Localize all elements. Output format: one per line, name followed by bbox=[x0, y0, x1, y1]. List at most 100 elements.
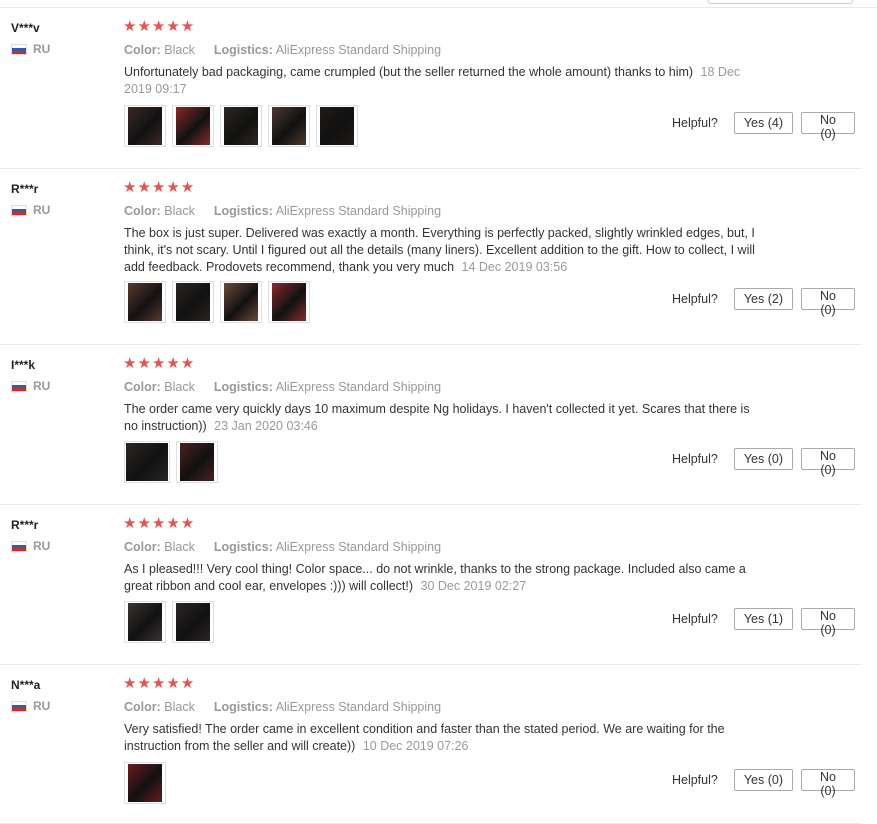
reviewer-country: RU bbox=[11, 42, 50, 56]
review-photos bbox=[124, 105, 358, 147]
photo-image bbox=[176, 107, 210, 145]
review-date: 30 Dec 2019 02:27 bbox=[420, 579, 527, 593]
review-date: 23 Jan 2020 03:46 bbox=[214, 419, 318, 433]
photo-image bbox=[176, 283, 210, 321]
helpful-yes-button[interactable]: Yes (0) bbox=[733, 448, 793, 470]
logistics-value: AliExpress Standard Shipping bbox=[275, 43, 442, 57]
country-code: RU bbox=[33, 379, 51, 393]
helpful-no-button[interactable]: No (0) bbox=[801, 448, 855, 477]
review-photos bbox=[124, 601, 214, 643]
review-photos bbox=[124, 441, 218, 483]
photo-image bbox=[128, 764, 162, 802]
review-photo-thumbnail[interactable] bbox=[268, 281, 310, 323]
review-text: The order came very quickly days 10 maxi… bbox=[124, 401, 764, 435]
photo-image bbox=[272, 107, 306, 145]
reviewer-country: RU bbox=[11, 539, 50, 553]
review-photos bbox=[124, 762, 166, 804]
country-code: RU bbox=[33, 539, 51, 553]
country-code: RU bbox=[33, 699, 51, 713]
photo-image bbox=[224, 283, 258, 321]
logistics-value: AliExpress Standard Shipping bbox=[275, 700, 442, 714]
helpful-yes-button[interactable]: Yes (0) bbox=[733, 769, 793, 791]
photo-image bbox=[272, 283, 306, 321]
review-photo-thumbnail[interactable] bbox=[268, 105, 310, 147]
photo-image bbox=[320, 107, 354, 145]
country-code: RU bbox=[33, 203, 51, 217]
color-label: Color: bbox=[124, 380, 161, 394]
rating-stars: ★★★★★ bbox=[123, 18, 196, 35]
helpful-no-button[interactable]: No (0) bbox=[801, 769, 855, 798]
review-photo-thumbnail[interactable] bbox=[172, 601, 214, 643]
russia-flag-icon bbox=[11, 380, 27, 392]
review-photo-thumbnail[interactable] bbox=[124, 441, 170, 483]
helpful-no-button[interactable]: No (0) bbox=[801, 112, 855, 141]
helpful-label: Helpful? bbox=[671, 773, 718, 787]
order-attributes: Color: Black Logistics: AliExpress Stand… bbox=[124, 540, 441, 554]
rating-stars: ★★★★★ bbox=[123, 355, 196, 372]
order-attributes: Color: Black Logistics: AliExpress Stand… bbox=[124, 700, 441, 714]
review-body: The box is just super. Delivered was exa… bbox=[124, 226, 755, 274]
helpful-controls: Helpful? Yes (0) No (0) bbox=[671, 769, 855, 798]
helpful-yes-button[interactable]: Yes (2) bbox=[733, 288, 793, 310]
helpful-yes-button[interactable]: Yes (4) bbox=[733, 112, 793, 134]
review-item: N***a RU ★★★★★ Color: Black Logistics: A… bbox=[0, 665, 861, 824]
review-photo-thumbnail[interactable] bbox=[220, 105, 262, 147]
photo-image bbox=[224, 107, 258, 145]
helpful-yes-button[interactable]: Yes (1) bbox=[733, 608, 793, 630]
review-photo-thumbnail[interactable] bbox=[220, 281, 262, 323]
russia-flag-icon bbox=[11, 204, 27, 216]
review-item: V***v RU ★★★★★ Color: Black Logistics: A… bbox=[0, 8, 861, 169]
review-date: 14 Dec 2019 03:56 bbox=[461, 260, 568, 274]
helpful-label: Helpful? bbox=[671, 612, 718, 626]
logistics-value: AliExpress Standard Shipping bbox=[275, 540, 442, 554]
color-value: Black bbox=[164, 540, 195, 554]
review-photo-thumbnail[interactable] bbox=[172, 105, 214, 147]
russia-flag-icon bbox=[11, 540, 27, 552]
order-attributes: Color: Black Logistics: AliExpress Stand… bbox=[124, 43, 441, 57]
helpful-no-button[interactable]: No (0) bbox=[801, 288, 855, 317]
helpful-controls: Helpful? Yes (0) No (0) bbox=[671, 448, 855, 477]
helpful-label: Helpful? bbox=[671, 292, 718, 306]
review-text: The box is just super. Delivered was exa… bbox=[124, 225, 764, 276]
color-value: Black bbox=[164, 700, 195, 714]
reviewer-country: RU bbox=[11, 379, 50, 393]
helpful-label: Helpful? bbox=[671, 452, 718, 466]
color-value: Black bbox=[164, 43, 195, 57]
logistics-label: Logistics: bbox=[213, 204, 273, 218]
review-photo-thumbnail[interactable] bbox=[124, 762, 166, 804]
color-value: Black bbox=[164, 380, 195, 394]
order-attributes: Color: Black Logistics: AliExpress Stand… bbox=[124, 204, 441, 218]
reviewer-name: V***v bbox=[11, 21, 40, 35]
logistics-value: AliExpress Standard Shipping bbox=[275, 204, 442, 218]
photo-image bbox=[128, 283, 162, 321]
rating-stars: ★★★★★ bbox=[123, 515, 196, 532]
photo-image bbox=[176, 603, 210, 641]
logistics-label: Logistics: bbox=[213, 380, 273, 394]
review-photo-thumbnail[interactable] bbox=[124, 281, 166, 323]
review-photo-thumbnail[interactable] bbox=[316, 105, 358, 147]
review-photo-thumbnail[interactable] bbox=[176, 441, 218, 483]
helpful-no-button[interactable]: No (0) bbox=[801, 608, 855, 637]
color-label: Color: bbox=[124, 43, 161, 57]
order-attributes: Color: Black Logistics: AliExpress Stand… bbox=[124, 380, 441, 394]
helpful-controls: Helpful? Yes (2) No (0) bbox=[671, 288, 855, 317]
review-photo-thumbnail[interactable] bbox=[172, 281, 214, 323]
color-value: Black bbox=[164, 204, 195, 218]
photo-image bbox=[128, 107, 162, 145]
russia-flag-icon bbox=[11, 700, 27, 712]
logistics-label: Logistics: bbox=[213, 43, 273, 57]
logistics-value: AliExpress Standard Shipping bbox=[275, 380, 442, 394]
reviewer-country: RU bbox=[11, 203, 50, 217]
photo-image bbox=[126, 443, 168, 481]
russia-flag-icon bbox=[11, 43, 27, 55]
review-text: Very satisfied! The order came in excell… bbox=[124, 721, 764, 755]
review-item: R***r RU ★★★★★ Color: Black Logistics: A… bbox=[0, 505, 861, 665]
sort-dropdown[interactable] bbox=[708, 0, 853, 4]
helpful-controls: Helpful? Yes (4) No (0) bbox=[672, 112, 855, 141]
review-item: I***k RU ★★★★★ Color: Black Logistics: A… bbox=[0, 345, 861, 505]
review-body: Unfortunately bad packaging, came crumpl… bbox=[124, 65, 694, 79]
review-photo-thumbnail[interactable] bbox=[124, 601, 166, 643]
helpful-controls: Helpful? Yes (1) No (0) bbox=[671, 608, 855, 637]
review-photo-thumbnail[interactable] bbox=[124, 105, 166, 147]
review-date: 10 Dec 2019 07:26 bbox=[362, 739, 469, 753]
